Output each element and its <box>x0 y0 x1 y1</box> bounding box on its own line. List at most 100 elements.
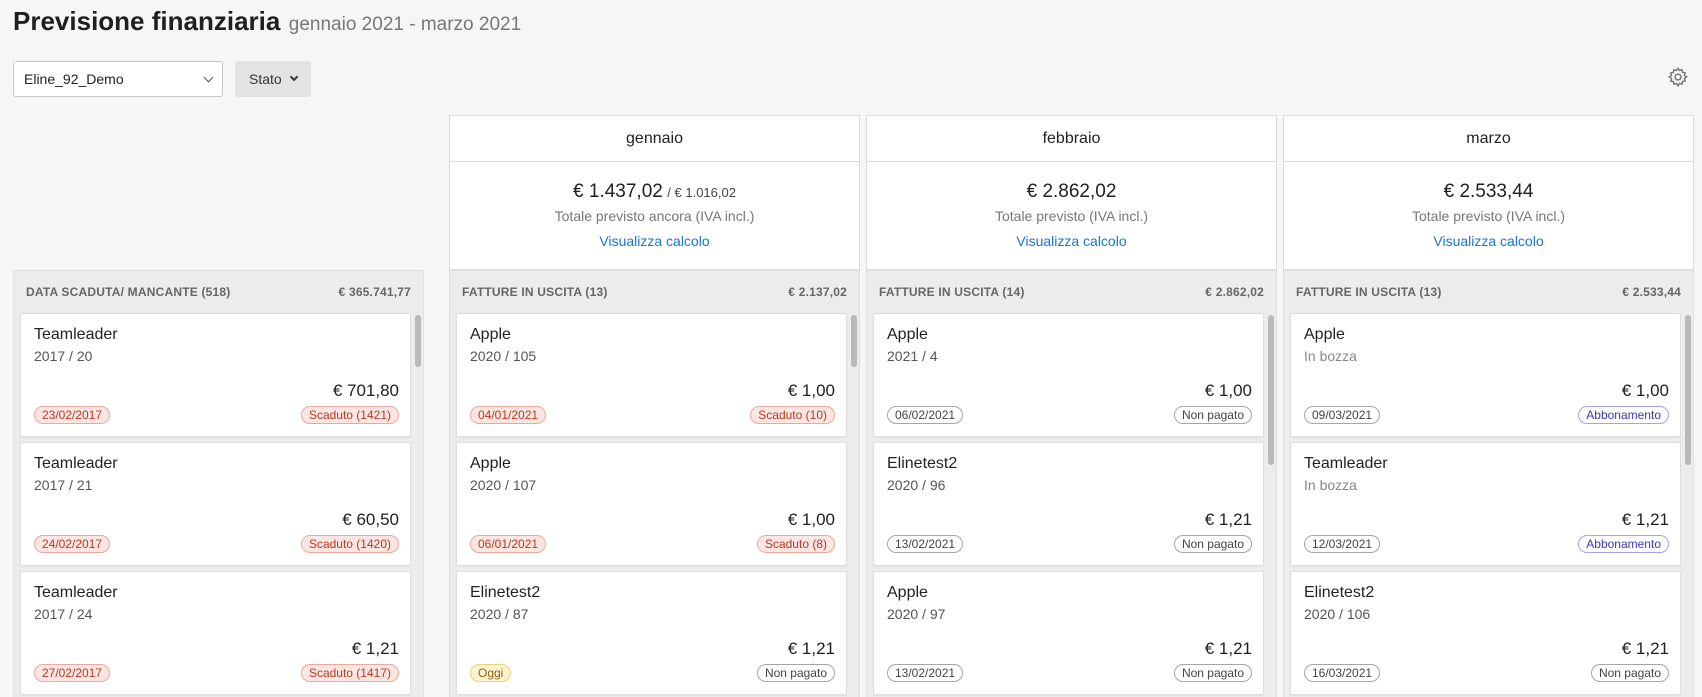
column-total: € 2.533,44 <box>1622 285 1681 299</box>
invoice-client: Elinetest2 <box>887 455 958 472</box>
invoice-card[interactable]: Apple 2021 / 4 € 1,00 06/02/2021 Non pag… <box>873 313 1264 437</box>
invoice-client: Apple <box>1304 326 1345 343</box>
invoice-client: Teamleader <box>34 584 118 601</box>
invoice-amount: € 1,00 <box>1621 381 1669 400</box>
due-date-badge: 13/02/2021 <box>887 535 964 553</box>
column-overdue: DATA SCADUTA/ MANCANTE (518) € 365.741,7… <box>13 270 424 697</box>
invoice-card[interactable]: Teamleader 2017 / 20 € 701,80 23/02/2017… <box>20 313 411 437</box>
column-scrollbar[interactable] <box>415 315 421 367</box>
column-total: € 2.137,02 <box>788 285 847 299</box>
invoice-amount: € 60,50 <box>342 510 399 529</box>
due-date-badge: 13/02/2021 <box>887 664 964 682</box>
invoice-number: 2020 / 105 <box>470 348 537 364</box>
column-scrollbar[interactable] <box>1685 315 1691 465</box>
status-badge: Non pagato <box>1590 664 1669 682</box>
column-total: € 365.741,77 <box>338 285 411 299</box>
invoice-number: 2017 / 20 <box>34 348 93 364</box>
account-select[interactable]: Eline_92_Demo <box>13 61 223 97</box>
column-gennaio: FATTURE IN USCITA (13) € 2.137,02 Apple … <box>449 270 860 697</box>
invoice-amount: € 1,00 <box>787 510 835 529</box>
invoice-client: Apple <box>470 455 511 472</box>
column-scrollbar[interactable] <box>1268 315 1274 465</box>
invoice-number: In bozza <box>1304 348 1357 364</box>
stato-filter-label: Stato <box>249 71 282 87</box>
due-date-badge: 09/03/2021 <box>1304 406 1381 424</box>
column-febbraio: FATTURE IN USCITA (14) € 2.862,02 Apple … <box>866 270 1277 697</box>
invoice-amount: € 1,21 <box>351 639 399 658</box>
page-header: Previsione finanziaria gennaio 2021 - ma… <box>13 6 521 37</box>
invoice-number: 2020 / 96 <box>887 477 946 493</box>
column-header: FATTURE IN USCITA (13) <box>462 285 608 299</box>
invoice-amount: € 701,80 <box>332 381 399 400</box>
status-badge: Non pagato <box>1173 535 1252 553</box>
view-calculation-link[interactable]: Visualizza calcolo <box>450 233 859 249</box>
status-badge: Scaduto (10) <box>750 406 835 424</box>
invoice-client: Elinetest2 <box>1304 584 1375 601</box>
month-total-caption: Totale previsto (IVA incl.) <box>1411 208 1566 224</box>
status-badge: Abbonamento <box>1578 535 1669 553</box>
invoice-card[interactable]: Apple 2020 / 97 € 1,21 13/02/2021 Non pa… <box>873 571 1264 695</box>
month-name: gennaio <box>450 116 859 162</box>
invoice-card[interactable]: Elinetest2 2020 / 106 € 1,21 16/03/2021 … <box>1290 571 1681 695</box>
status-badge: Scaduto (1421) <box>300 406 399 424</box>
invoice-number: 2017 / 21 <box>34 477 93 493</box>
invoice-card[interactable]: Teamleader 2017 / 21 € 60,50 24/02/2017 … <box>20 442 411 566</box>
column-total: € 2.862,02 <box>1205 285 1264 299</box>
month-name: marzo <box>1284 116 1693 162</box>
month-name: febbraio <box>867 116 1276 162</box>
month-total: € 1.437,02 <box>573 181 663 202</box>
status-badge: Non pagato <box>1173 664 1252 682</box>
invoice-card[interactable]: Elinetest2 2020 / 96 € 1,21 13/02/2021 N… <box>873 442 1264 566</box>
invoice-number: 2020 / 97 <box>887 606 946 622</box>
invoice-amount: € 1,21 <box>1621 639 1669 658</box>
invoice-card[interactable]: Teamleader In bozza € 1,21 12/03/2021 Ab… <box>1290 442 1681 566</box>
month-header-gennaio: gennaio € 1.437,02 / € 1.016,02 Totale p… <box>449 115 860 270</box>
column-scrollbar[interactable] <box>851 315 857 367</box>
invoice-client: Elinetest2 <box>470 584 541 601</box>
invoice-number: 2020 / 107 <box>470 477 537 493</box>
due-date-badge: 27/02/2017 <box>34 664 111 682</box>
due-date-badge: 23/02/2017 <box>34 406 111 424</box>
status-badge: Non pagato <box>756 664 835 682</box>
invoice-number: In bozza <box>1304 477 1357 493</box>
view-calculation-link[interactable]: Visualizza calcolo <box>867 233 1276 249</box>
due-date-badge: 16/03/2021 <box>1304 664 1381 682</box>
status-badge: Scaduto (8) <box>756 535 835 553</box>
account-select-value: Eline_92_Demo <box>24 71 124 87</box>
invoice-number: 2021 / 4 <box>887 348 938 364</box>
invoice-card[interactable]: Apple 2020 / 107 € 1,00 06/01/2021 Scadu… <box>456 442 847 566</box>
invoice-client: Apple <box>470 326 511 343</box>
gear-icon[interactable] <box>1667 66 1689 88</box>
status-badge: Scaduto (1417) <box>300 664 399 682</box>
invoice-client: Teamleader <box>34 455 118 472</box>
month-total-caption: Totale previsto ancora (IVA incl.) <box>554 208 755 224</box>
month-total-caption: Totale previsto (IVA incl.) <box>994 208 1149 224</box>
month-total: € 2.862,02 <box>1026 181 1117 202</box>
invoice-number: 2020 / 87 <box>470 606 529 622</box>
invoice-amount: € 1,21 <box>1204 639 1252 658</box>
invoice-client: Apple <box>887 326 928 343</box>
due-date-badge: 24/02/2017 <box>34 535 111 553</box>
invoice-amount: € 1,21 <box>1621 510 1669 529</box>
invoice-amount: € 1,00 <box>1204 381 1252 400</box>
due-date-badge: Oggi <box>470 664 512 682</box>
month-header-marzo: marzo € 2.533,44 Totale previsto (IVA in… <box>1283 115 1694 270</box>
column-marzo: FATTURE IN USCITA (13) € 2.533,44 Apple … <box>1283 270 1694 697</box>
invoice-number: 2020 / 106 <box>1304 606 1371 622</box>
page-subtitle: gennaio 2021 - marzo 2021 <box>288 14 522 35</box>
due-date-badge: 12/03/2021 <box>1304 535 1381 553</box>
column-header: FATTURE IN USCITA (14) <box>879 285 1025 299</box>
view-calculation-link[interactable]: Visualizza calcolo <box>1284 233 1693 249</box>
invoice-card[interactable]: Elinetest2 2020 / 87 € 1,21 Oggi Non pag… <box>456 571 847 695</box>
stato-filter-button[interactable]: Stato <box>235 61 311 97</box>
status-badge: Abbonamento <box>1578 406 1669 424</box>
column-header: DATA SCADUTA/ MANCANTE (518) <box>26 285 231 299</box>
invoice-number: 2017 / 24 <box>34 606 93 622</box>
invoice-card[interactable]: Teamleader 2017 / 24 € 1,21 27/02/2017 S… <box>20 571 411 695</box>
month-total: € 2.533,44 <box>1443 181 1534 202</box>
invoice-client: Apple <box>887 584 928 601</box>
invoice-card[interactable]: Apple In bozza € 1,00 09/03/2021 Abbonam… <box>1290 313 1681 437</box>
due-date-badge: 06/01/2021 <box>470 535 547 553</box>
month-secondary-total: / € 1.016,02 <box>667 185 736 200</box>
invoice-card[interactable]: Apple 2020 / 105 € 1,00 04/01/2021 Scadu… <box>456 313 847 437</box>
